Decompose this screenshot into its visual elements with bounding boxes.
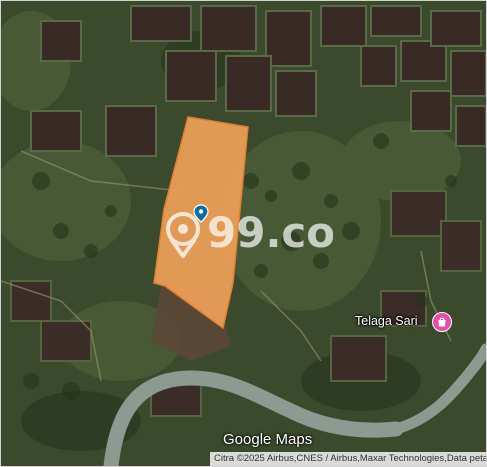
map-frame: 99.co Telaga Sari Google Maps Citra ©202…	[0, 0, 487, 467]
99co-logo-icon	[166, 212, 200, 258]
satellite-map[interactable]: 99.co Telaga Sari Google Maps Citra ©202…	[1, 1, 486, 466]
99co-watermark: 99.co	[166, 208, 333, 258]
google-maps-logo[interactable]: Google Maps	[223, 431, 312, 448]
shopping-icon[interactable]	[432, 312, 452, 332]
place-label-telaga-sari[interactable]: Telaga Sari	[355, 314, 418, 328]
map-attribution: Citra ©2025 Airbus,CNES / Airbus,Maxar T…	[210, 452, 486, 466]
99co-text: 99.co	[207, 208, 333, 257]
